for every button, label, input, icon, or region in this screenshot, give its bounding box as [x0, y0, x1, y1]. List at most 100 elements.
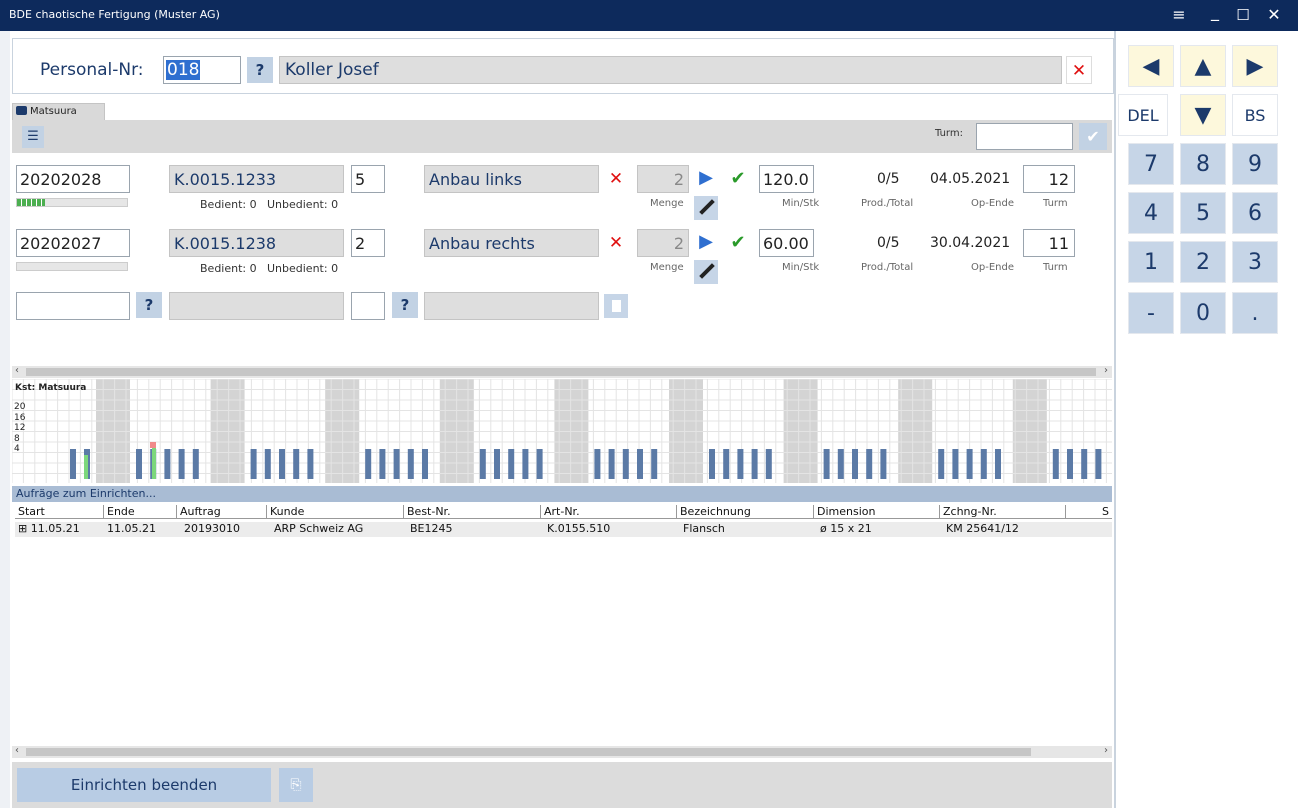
- order2-qty[interactable]: 2: [351, 229, 385, 257]
- order1-artikel: K.0015.1233: [169, 165, 344, 193]
- cell-best-nr: BE1245: [410, 522, 453, 535]
- key-down[interactable]: ▼: [1180, 94, 1226, 136]
- order2-edit-icon[interactable]: [694, 260, 718, 284]
- col-zchng-nr[interactable]: Zchng-Nr.: [940, 505, 1066, 519]
- scroll-left-icon[interactable]: ‹: [15, 745, 19, 756]
- order1-turm-label: Turm: [1043, 198, 1068, 209]
- order2-play-icon[interactable]: ▶: [694, 229, 718, 255]
- key-dot[interactable]: .: [1232, 292, 1278, 334]
- order2-bedient: Bedient: 0: [200, 262, 257, 275]
- col-art-nr[interactable]: Art-Nr.: [541, 505, 677, 519]
- list-icon[interactable]: ☰: [22, 126, 44, 148]
- key-up[interactable]: ▲: [1180, 45, 1226, 87]
- clear-personal-button[interactable]: ✕: [1066, 56, 1092, 84]
- order2-min-value: 60.00: [763, 234, 809, 253]
- table-scroll-thumb[interactable]: [26, 748, 1031, 756]
- order1-done-icon[interactable]: ✔: [726, 166, 750, 192]
- key-minus[interactable]: -: [1128, 292, 1174, 334]
- maximize-icon[interactable]: ☐: [1232, 4, 1254, 26]
- new-auftrag-lookup-button[interactable]: ?: [136, 292, 162, 318]
- key-3[interactable]: 3: [1232, 241, 1278, 283]
- order1-qty[interactable]: 5: [351, 165, 385, 193]
- personal-number-input[interactable]: 018: [163, 56, 241, 84]
- order1-turm-value: 12: [1048, 170, 1069, 189]
- setup-table-header: Start Ende Auftrag Kunde Best-Nr. Art-Nr…: [15, 505, 1112, 519]
- order2-delete-button[interactable]: ✕: [604, 231, 628, 255]
- capacity-bar: [1095, 449, 1102, 479]
- col-kunde[interactable]: Kunde: [267, 505, 404, 519]
- key-left[interactable]: ◀: [1128, 45, 1174, 87]
- table-scrollbar[interactable]: ‹ ›: [12, 745, 1112, 758]
- personal-lookup-button[interactable]: ?: [247, 57, 273, 83]
- minimize-icon[interactable]: _: [1204, 1, 1226, 23]
- capacity-bar: [723, 449, 730, 479]
- tab-matsuura[interactable]: Matsuura: [12, 103, 105, 120]
- order1-edit-icon[interactable]: [694, 196, 718, 220]
- order1-delete-button[interactable]: ✕: [604, 167, 628, 191]
- new-op-lookup-button[interactable]: ?: [392, 292, 418, 318]
- new-document-icon[interactable]: [604, 294, 628, 318]
- col-auftrag[interactable]: Auftrag: [177, 505, 267, 519]
- table-row[interactable]: ⊞ 11.05.21 11.05.21 20193010 ARP Schweiz…: [15, 522, 1112, 537]
- capacity-bar: [622, 449, 629, 479]
- scroll-right-icon[interactable]: ›: [1104, 745, 1108, 756]
- col-s[interactable]: S: [1066, 505, 1112, 519]
- order1-auftrag[interactable]: 20202028: [16, 165, 130, 193]
- key-bs[interactable]: BS: [1232, 94, 1278, 136]
- key-4[interactable]: 4: [1128, 192, 1174, 234]
- key-7[interactable]: 7: [1128, 143, 1174, 185]
- order2-min[interactable]: 60.00: [759, 229, 814, 257]
- key-6[interactable]: 6: [1232, 192, 1278, 234]
- key-5[interactable]: 5: [1180, 192, 1226, 234]
- chart-scroll-thumb[interactable]: [26, 368, 1096, 376]
- order1-turm[interactable]: 12: [1023, 165, 1075, 193]
- order2-auftrag[interactable]: 20202027: [16, 229, 130, 257]
- order2-menge-value: 2: [673, 234, 684, 253]
- scroll-right-icon[interactable]: ›: [1104, 365, 1108, 376]
- col-start[interactable]: Start: [15, 505, 104, 519]
- scroll-left-icon[interactable]: ‹: [15, 365, 19, 376]
- title-bar: BDE chaotische Fertigung (Muster AG) ≡ _…: [0, 0, 1298, 31]
- order2-prod: 0/5: [877, 235, 900, 251]
- col-dimension[interactable]: Dimension: [814, 505, 940, 519]
- turm-input[interactable]: [976, 123, 1073, 150]
- key-2[interactable]: 2: [1180, 241, 1226, 283]
- order2-turm-label: Turm: [1043, 262, 1068, 273]
- chart-scrollbar[interactable]: ‹ ›: [12, 365, 1112, 378]
- capacity-bar: [880, 449, 887, 479]
- einrichten-beenden-button[interactable]: Einrichten beenden: [17, 768, 271, 802]
- pencil-icon: [699, 263, 715, 279]
- cell-zchng-nr: KM 25641/12: [946, 522, 1019, 535]
- order1-min[interactable]: 120.0: [759, 165, 814, 193]
- capacity-bar: [279, 449, 285, 479]
- capacity-bar: [293, 449, 300, 479]
- key-0[interactable]: 0: [1180, 292, 1226, 334]
- setup-title: Aufräge zum Einrichten...: [16, 487, 156, 500]
- order1-prod-label: Prod./Total: [861, 198, 914, 209]
- capacity-bar: [608, 449, 615, 479]
- personal-number-value: 018: [166, 60, 201, 80]
- col-bezeichnung[interactable]: Bezeichnung: [677, 505, 814, 519]
- key-del[interactable]: DEL: [1118, 94, 1168, 136]
- col-best-nr[interactable]: Best-Nr.: [404, 505, 541, 519]
- order2-turm[interactable]: 11: [1023, 229, 1075, 257]
- key-right[interactable]: ▶: [1232, 45, 1278, 87]
- col-ende[interactable]: Ende: [104, 505, 177, 519]
- new-qty-input[interactable]: [351, 292, 385, 320]
- key-8[interactable]: 8: [1180, 143, 1226, 185]
- chart-axis: 20 16 12 8 4: [14, 402, 25, 455]
- copy-icon[interactable]: ⎘: [279, 768, 313, 802]
- capacity-bar: [136, 449, 142, 479]
- turm-confirm-icon[interactable]: ✔: [1079, 123, 1107, 150]
- order2-min-label: Min/Stk: [782, 262, 820, 273]
- order2-done-icon[interactable]: ✔: [726, 230, 750, 256]
- tick-label: 8: [14, 433, 20, 444]
- key-9[interactable]: 9: [1232, 143, 1278, 185]
- order1-play-icon[interactable]: ▶: [694, 165, 718, 191]
- menu-icon[interactable]: ≡: [1168, 4, 1190, 26]
- capacity-bar: [250, 449, 257, 479]
- new-auftrag-input[interactable]: [16, 292, 130, 320]
- cell-bezeichnung: Flansch: [683, 522, 725, 535]
- key-1[interactable]: 1: [1128, 241, 1174, 283]
- close-icon[interactable]: ✕: [1263, 4, 1285, 26]
